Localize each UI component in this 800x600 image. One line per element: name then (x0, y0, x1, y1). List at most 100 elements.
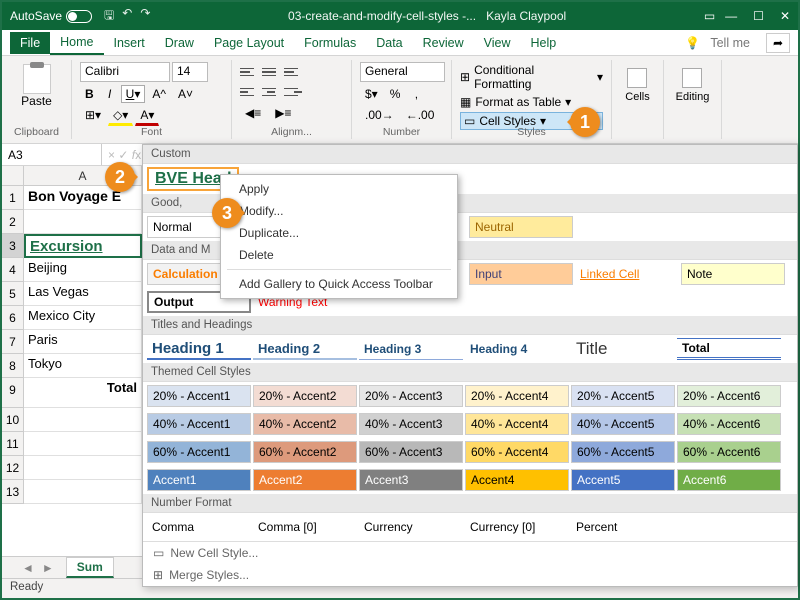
style-comma0[interactable]: Comma [0] (253, 516, 357, 538)
style-heading-2[interactable]: Heading 2 (253, 338, 357, 360)
style-40-accent6[interactable]: 40% - Accent6 (677, 413, 781, 435)
row-header-3[interactable]: 3 (2, 234, 24, 258)
tab-home[interactable]: Home (50, 31, 103, 55)
style-accent5[interactable]: Accent5 (571, 469, 675, 491)
increase-decimal-button[interactable]: .00→ (360, 106, 399, 124)
tab-review[interactable]: Review (413, 32, 474, 54)
row-header-5[interactable]: 5 (2, 282, 24, 306)
row-header-8[interactable]: 8 (2, 354, 24, 378)
align-center-icon[interactable] (262, 84, 280, 100)
select-all-button[interactable] (2, 166, 24, 185)
increase-indent-button[interactable]: ▶≡ (270, 104, 296, 122)
style-60-accent3[interactable]: 60% - Accent3 (359, 441, 463, 463)
cells-button[interactable]: Cells (625, 62, 649, 103)
cell-a10[interactable] (24, 408, 142, 432)
cell-a7[interactable]: Paris (24, 330, 142, 354)
cell-a8[interactable]: Tokyo (24, 354, 142, 378)
style-currency[interactable]: Currency (359, 516, 463, 538)
new-cell-style-button[interactable]: ▭ New Cell Style... (143, 542, 797, 564)
tab-formulas[interactable]: Formulas (294, 32, 366, 54)
align-bottom-icon[interactable] (284, 64, 302, 80)
paste-button[interactable]: Paste (21, 64, 52, 108)
style-20-accent1[interactable]: 20% - Accent1 (147, 385, 251, 407)
style-60-accent4[interactable]: 60% - Accent4 (465, 441, 569, 463)
sheet-nav-next-icon[interactable]: ► (42, 561, 54, 575)
sheet-nav-prev-icon[interactable]: ◄ (22, 561, 34, 575)
row-header-9[interactable]: 9 (2, 378, 24, 408)
cell-a4[interactable]: Beijing (24, 258, 142, 282)
align-top-icon[interactable] (240, 64, 258, 80)
style-heading-1[interactable]: Heading 1 (147, 338, 251, 360)
autosave-toggle[interactable]: AutoSave (10, 9, 92, 23)
toggle-off-icon[interactable] (66, 10, 92, 23)
style-20-accent5[interactable]: 20% - Accent5 (571, 385, 675, 407)
style-percent[interactable]: Percent (571, 516, 675, 538)
tab-pagelayout[interactable]: Page Layout (204, 32, 294, 54)
underline-button[interactable]: U▾ (121, 85, 146, 103)
editing-button[interactable]: Editing (676, 62, 710, 103)
style-20-accent2[interactable]: 20% - Accent2 (253, 385, 357, 407)
row-header-12[interactable]: 12 (2, 456, 24, 480)
style-heading-3[interactable]: Heading 3 (359, 338, 463, 360)
style-40-accent5[interactable]: 40% - Accent5 (571, 413, 675, 435)
ctx-duplicate[interactable]: Duplicate... (221, 222, 457, 244)
ctx-add-qat[interactable]: Add Gallery to Quick Access Toolbar (221, 273, 457, 295)
align-middle-icon[interactable] (262, 64, 280, 80)
cell-a9[interactable]: Total (24, 378, 142, 408)
style-40-accent4[interactable]: 40% - Accent4 (465, 413, 569, 435)
italic-button[interactable]: I (101, 85, 119, 103)
row-header-4[interactable]: 4 (2, 258, 24, 282)
accounting-button[interactable]: $▾ (360, 85, 383, 103)
tab-file[interactable]: File (10, 32, 50, 54)
style-20-accent3[interactable]: 20% - Accent3 (359, 385, 463, 407)
style-accent4[interactable]: Accent4 (465, 469, 569, 491)
number-format-select[interactable]: General (360, 62, 445, 82)
style-input[interactable]: Input (469, 263, 573, 285)
maximize-icon[interactable]: ☐ (753, 9, 764, 23)
ctx-modify[interactable]: Modify... (221, 200, 457, 222)
decrease-font-button[interactable]: A˅ (173, 85, 198, 103)
row-header-2[interactable]: 2 (2, 210, 24, 234)
row-header-10[interactable]: 10 (2, 408, 24, 432)
style-60-accent2[interactable]: 60% - Accent2 (253, 441, 357, 463)
style-accent3[interactable]: Accent3 (359, 469, 463, 491)
style-note[interactable]: Note (681, 263, 785, 285)
cell-a2[interactable] (24, 210, 142, 234)
row-header-1[interactable]: 1 (2, 186, 24, 210)
style-comma[interactable]: Comma (147, 516, 251, 538)
cell-a3[interactable]: Excursion (24, 234, 142, 258)
ctx-delete[interactable]: Delete (221, 244, 457, 266)
ribbon-options-icon[interactable]: ▭ (704, 9, 715, 23)
decrease-decimal-button[interactable]: ←.00 (401, 106, 440, 124)
row-header-7[interactable]: 7 (2, 330, 24, 354)
style-accent1[interactable]: Accent1 (147, 469, 251, 491)
increase-font-button[interactable]: A^ (147, 85, 171, 103)
style-60-accent5[interactable]: 60% - Accent5 (571, 441, 675, 463)
align-left-icon[interactable] (240, 84, 258, 100)
style-20-accent6[interactable]: 20% - Accent6 (677, 385, 781, 407)
style-60-accent6[interactable]: 60% - Accent6 (677, 441, 781, 463)
style-40-accent1[interactable]: 40% - Accent1 (147, 413, 251, 435)
row-header-6[interactable]: 6 (2, 306, 24, 330)
decrease-indent-button[interactable]: ◀≡ (240, 104, 266, 122)
merge-styles-button[interactable]: ⊞ Merge Styles... (143, 564, 797, 586)
font-size-select[interactable]: 14 (172, 62, 208, 82)
style-heading-4[interactable]: Heading 4 (465, 338, 569, 360)
style-accent6[interactable]: Accent6 (677, 469, 781, 491)
bold-button[interactable]: B (80, 85, 99, 103)
share-button[interactable]: ➦ (766, 33, 790, 53)
style-total[interactable]: Total (677, 338, 781, 360)
undo-icon[interactable]: ↶ (122, 6, 132, 27)
tab-draw[interactable]: Draw (155, 32, 204, 54)
style-60-accent1[interactable]: 60% - Accent1 (147, 441, 251, 463)
cell-a5[interactable]: Las Vegas (24, 282, 142, 306)
cell-a13[interactable] (24, 480, 142, 504)
font-name-select[interactable]: Calibri (80, 62, 170, 82)
close-icon[interactable]: ✕ (780, 9, 790, 23)
style-40-accent3[interactable]: 40% - Accent3 (359, 413, 463, 435)
style-20-accent4[interactable]: 20% - Accent4 (465, 385, 569, 407)
style-title[interactable]: Title (571, 338, 675, 360)
redo-icon[interactable]: ↷ (140, 6, 150, 27)
row-header-13[interactable]: 13 (2, 480, 24, 504)
row-header-11[interactable]: 11 (2, 432, 24, 456)
